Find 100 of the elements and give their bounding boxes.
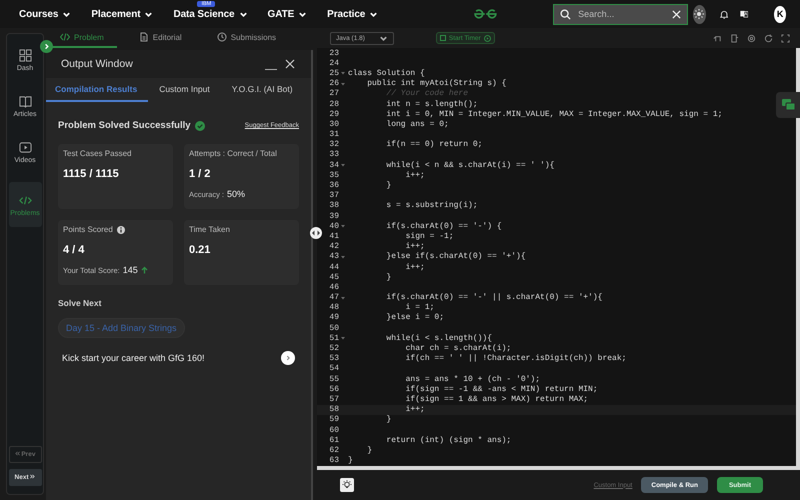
fullscreen-icon[interactable] (781, 34, 790, 42)
line-number: 48 (328, 303, 339, 312)
line-number: 24 (328, 58, 339, 68)
code-icon (18, 194, 32, 207)
fold-icon[interactable] (341, 296, 345, 300)
line-number: 46 (328, 282, 339, 292)
video-icon (18, 141, 32, 154)
stat-value: 1115 / 1115 (63, 168, 120, 180)
chevron-down-icon (62, 10, 72, 18)
output-tab[interactable]: Y.O.G.I. (AI Bot) (222, 78, 304, 102)
check-icon (194, 120, 205, 130)
fold-icon[interactable] (341, 82, 345, 86)
line-number: 63 (328, 456, 339, 466)
code-line: i++; (404, 170, 425, 180)
code-line: return (int) (sign * ans); (385, 436, 512, 445)
line-number: 32 (328, 140, 339, 150)
lightbulb-icon (342, 480, 352, 490)
chat-button[interactable] (776, 92, 800, 118)
chevron-down-icon (298, 10, 308, 18)
code-line: int i = 0, MIN = Integer.MIN_VALUE, MAX = Integer.MAX_VALUE, sign = 1; (385, 110, 722, 119)
line-number: 49 (328, 313, 339, 322)
line-number: 29 (328, 110, 339, 119)
sun-icon (694, 9, 704, 19)
hint-button[interactable] (340, 478, 354, 492)
nav-menu[interactable]: GATE (268, 8, 308, 20)
play-icon (484, 34, 491, 42)
line-number: 36 (328, 181, 339, 190)
code-line: i++; (404, 262, 425, 272)
output-tab[interactable]: Compilation Results (46, 78, 148, 102)
line-number: 26 (328, 79, 339, 88)
search-input[interactable]: Search... (576, 8, 666, 20)
chevron-right-icon (285, 355, 291, 361)
line-number: 43 (328, 252, 339, 262)
code-line: i = 1; (404, 303, 434, 312)
code-line: ans = ans * 10 + (ch - '0'); (404, 374, 540, 384)
user-avatar[interactable]: K (774, 6, 786, 22)
nav-menu[interactable]: Data Science (173, 8, 248, 20)
chevron-right-icon (43, 43, 50, 50)
fold-icon[interactable] (341, 254, 345, 259)
code-line: }else if(s.charAt(0) == '+'){ (385, 252, 526, 262)
clock-icon (216, 32, 227, 42)
line-number: 38 (328, 201, 339, 210)
nav-menu[interactable]: Courses (19, 8, 72, 20)
line-number: 55 (328, 374, 339, 384)
stat-value: 1 / 2 (189, 168, 212, 180)
line-number: 34 (328, 160, 339, 170)
code-line: while(i < s.length()){ (385, 334, 492, 343)
line-number: 52 (328, 344, 339, 354)
stat-note-value: 145 (122, 265, 138, 275)
line-number: 31 (328, 130, 339, 140)
line-number: 42 (328, 242, 339, 252)
settings-icon[interactable] (747, 34, 756, 42)
refresh-icon[interactable] (764, 34, 773, 42)
fold-icon[interactable] (341, 71, 345, 76)
fold-icon[interactable] (341, 224, 345, 228)
code-line: i++; (404, 405, 425, 414)
stat-note-value: 50% (227, 189, 246, 199)
theme-toggle[interactable] (692, 4, 706, 24)
chevron-down-icon (369, 10, 378, 18)
code-line: if(n == 0) return 0; (385, 140, 482, 150)
code-line: sign = -1; (404, 232, 454, 241)
line-number: 59 (328, 415, 339, 424)
code-line: if(ch == ' ' || !Character.isDigit(ch)) break; (404, 354, 626, 364)
nav-menu[interactable]: Placement (91, 8, 154, 20)
line-number: 54 (328, 364, 339, 374)
line-number: 56 (328, 384, 339, 394)
resize-arrows-icon (312, 230, 320, 236)
fold-icon[interactable] (341, 336, 345, 340)
code-line: char ch = s.charAt(i); (404, 344, 512, 354)
code-line: }else i = 0; (385, 313, 444, 322)
line-number: 61 (328, 436, 339, 445)
code-line: i++; (404, 242, 425, 252)
code-line: } (347, 456, 353, 466)
line-number: 33 (328, 150, 339, 160)
nav-menu[interactable]: Practice (327, 8, 378, 20)
double-chevron-right-icon (30, 474, 36, 479)
code-editor[interactable] (317, 48, 800, 470)
chevron-down-icon (144, 10, 154, 18)
close-icon[interactable] (285, 59, 295, 69)
line-number: 40 (328, 222, 339, 231)
line-number: 53 (328, 354, 339, 364)
stat-label: Test Cases Passed (63, 149, 132, 158)
double-chevron-left-icon (14, 451, 20, 456)
line-number: 58 (328, 405, 339, 414)
book-icon (18, 95, 32, 108)
search-field[interactable]: Search... (553, 4, 688, 24)
stat-label: Points Scored (63, 225, 113, 234)
line-number: 51 (328, 334, 339, 343)
promo-next-button[interactable] (281, 351, 295, 365)
panel-tab[interactable]: Submissions (206, 28, 290, 48)
line-number: 28 (328, 100, 339, 109)
output-tab[interactable]: Custom Input (150, 78, 221, 102)
line-number: 27 (328, 89, 339, 98)
fold-icon[interactable] (341, 163, 345, 168)
line-number: 41 (328, 232, 339, 241)
line-number: 30 (328, 120, 339, 129)
panel-tab[interactable]: Editorial (128, 28, 195, 48)
chat-icon (782, 99, 794, 111)
code-line: public int myAtoi(String s) { (366, 79, 506, 88)
stat-value: 0.21 (189, 244, 212, 256)
